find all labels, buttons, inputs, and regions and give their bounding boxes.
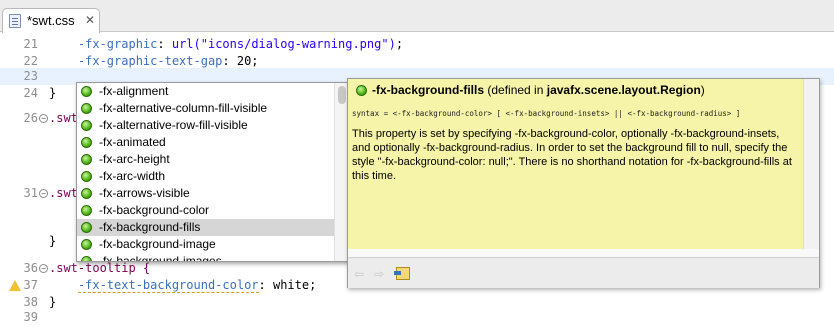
line-number: 31 [23, 186, 38, 200]
documentation-scrollbar[interactable] [803, 79, 819, 249]
property-icon [81, 205, 92, 216]
tab-swt-css[interactable]: *swt.css ✕ [2, 8, 100, 33]
line-number: 21 [23, 37, 38, 51]
property-icon [81, 137, 92, 148]
back-arrow-icon[interactable]: ⇦ [354, 267, 364, 281]
line-number: 36 [23, 261, 38, 275]
line-text: } [49, 234, 57, 248]
forward-arrow-icon[interactable]: ⇨ [374, 267, 384, 281]
completion-item[interactable]: -fx-background-image [77, 236, 335, 253]
property-icon [356, 85, 367, 96]
line-text: -fx-graphic: url("icons/dialog-warning.p… [77, 37, 404, 51]
line-number: 37 [23, 278, 38, 292]
css-file-icon [9, 14, 21, 28]
line-text: -fx-text-background-color: white; [77, 278, 317, 293]
documentation-toolbar: ⇦ ⇨ [348, 257, 819, 288]
line-number: 39 [23, 310, 38, 324]
property-icon [81, 103, 92, 114]
property-icon [81, 239, 92, 250]
line-text: } [49, 86, 57, 100]
fold-toggle-icon[interactable]: − [39, 114, 48, 123]
content-assist-list[interactable]: -fx-alignment -fx-alternative-column-fil… [76, 82, 350, 262]
close-tab-icon[interactable]: ✕ [85, 13, 95, 27]
completion-item[interactable]: -fx-arc-width [77, 168, 335, 185]
syntax-text: syntax = <-fx-background-color> [ <-fx-b… [352, 109, 741, 118]
property-icon [81, 120, 92, 131]
property-icon [81, 188, 92, 199]
fold-toggle-icon[interactable]: − [39, 189, 48, 198]
completion-item[interactable]: -fx-background-images [77, 253, 335, 261]
property-icon [81, 86, 92, 97]
line-text: .swt [49, 111, 78, 125]
code-line[interactable]: 39 [0, 309, 834, 326]
property-name: -fx-background-fills [372, 83, 485, 97]
completion-item[interactable]: -fx-arc-height [77, 151, 335, 168]
property-icon [81, 171, 92, 182]
defining-class: javafx.scene.layout.Region [546, 83, 701, 97]
tab-title: *swt.css [27, 13, 75, 28]
fold-toggle-icon[interactable]: − [39, 264, 48, 273]
line-number: 23 [23, 69, 38, 83]
line-text: .swt-tooltip { [49, 261, 151, 275]
property-icon [81, 256, 92, 261]
editor-tab-bar: *swt.css ✕ [0, 0, 834, 33]
line-number: 26 [23, 111, 38, 125]
line-number: 24 [23, 86, 38, 100]
scrollbar-thumb[interactable] [338, 86, 346, 104]
completion-item[interactable]: -fx-background-color [77, 202, 335, 219]
completion-item[interactable]: -fx-alternative-row-fill-visible [77, 117, 335, 134]
property-icon [81, 222, 92, 233]
property-icon [81, 154, 92, 165]
description-text: This property is set by specifying -fx-b… [352, 128, 792, 182]
completion-item[interactable]: -fx-arrows-visible [77, 185, 335, 202]
completion-item-selected[interactable]: -fx-background-fills [77, 219, 335, 236]
code-line[interactable]: 21 -fx-graphic: url("icons/dialog-warnin… [0, 36, 834, 53]
documentation-popup: -fx-background-fills (defined in javafx.… [347, 78, 820, 288]
documentation-body: -fx-background-fills (defined in javafx.… [348, 79, 804, 249]
line-text: .swt [49, 186, 78, 200]
open-declaration-icon[interactable] [394, 267, 410, 280]
completion-item[interactable]: -fx-animated [77, 134, 335, 151]
completion-item[interactable]: -fx-alignment [77, 83, 335, 100]
completion-item[interactable]: -fx-alternative-column-fill-visible [77, 100, 335, 117]
